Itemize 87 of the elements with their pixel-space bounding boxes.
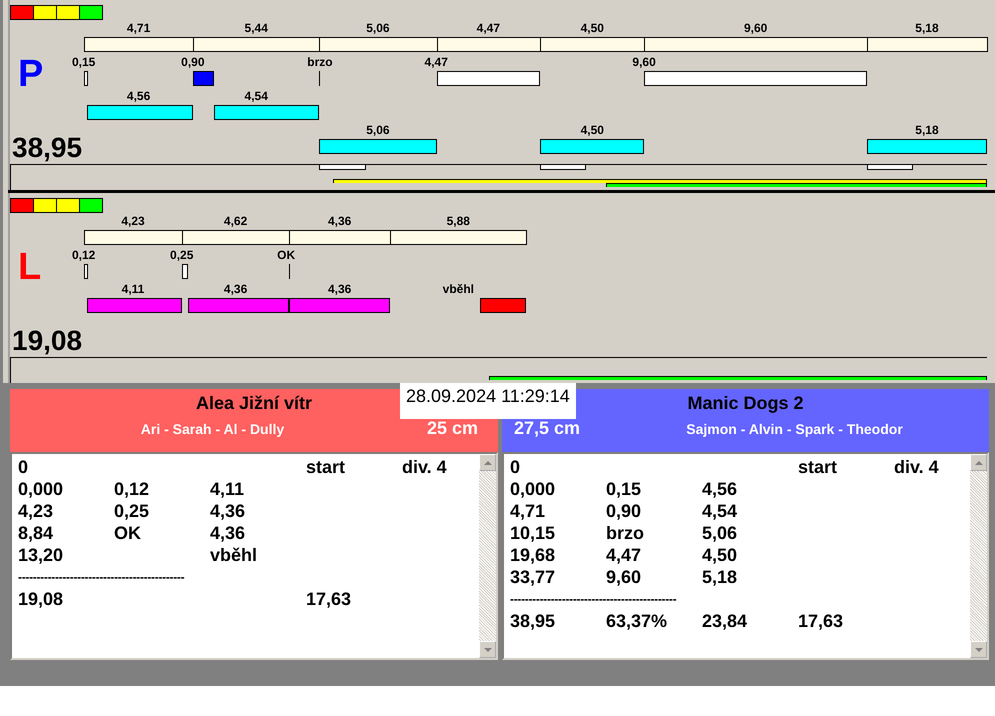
result-cell-text: 5,18 <box>702 566 738 588</box>
result-cell-text: start <box>306 456 346 478</box>
lane-letter: P <box>18 54 44 94</box>
result-cell-text: OK <box>114 522 142 544</box>
height-class: 25 cm <box>426 418 479 439</box>
result-cell-text: 8,84 <box>18 522 54 544</box>
result-cell-text: 4,50 <box>702 544 738 566</box>
segment-time: 5,88 <box>446 213 470 230</box>
segment-time: 9,60 <box>744 20 768 37</box>
height-class: 27,5 cm <box>513 418 582 439</box>
scroll-up-button[interactable] <box>970 454 987 471</box>
segment-time: 5,18 <box>915 20 939 37</box>
result-cell-text: 19,68 <box>510 544 556 566</box>
result-cell-text: brzo <box>606 522 645 544</box>
scroll-down-button[interactable] <box>970 641 987 658</box>
run-time: vběhl <box>442 281 474 298</box>
mark-label: 9,60 <box>632 54 656 71</box>
run-time: 4,50 <box>580 122 604 139</box>
segment-time: 4,23 <box>121 213 145 230</box>
run-time: 5,18 <box>915 122 939 139</box>
result-cell-text: 4,56 <box>702 478 738 500</box>
mark-label: 0,25 <box>170 247 194 264</box>
result-cell-text: 0,12 <box>114 478 150 500</box>
result-cell: div. 4 <box>402 456 447 478</box>
run-time: 4,36 <box>328 281 352 298</box>
team-name: Manic Dogs 2 <box>687 393 804 414</box>
result-cell-text: 19,08 <box>18 588 64 610</box>
mark-label: brzo <box>307 54 333 71</box>
result-cell-text: 33,77 <box>510 566 556 588</box>
scrollbar[interactable] <box>970 454 987 658</box>
result-cell-text: 4,47 <box>606 544 642 566</box>
result-cell-text: 4,36 <box>210 522 246 544</box>
result-cell-text: 10,15 <box>510 522 556 544</box>
result-cell-text: 13,20 <box>18 544 64 566</box>
result-cell-text: 4,23 <box>18 500 54 522</box>
separator-dashes: --------------------------------------------- <box>18 569 186 586</box>
result-cell-text: 0,15 <box>606 478 642 500</box>
result-cell-text: 23,84 <box>702 610 748 632</box>
run-time: 4,11 <box>122 281 144 298</box>
segment-time: 5,06 <box>366 20 390 37</box>
lane-letter: L <box>18 247 42 287</box>
mark-tick <box>289 264 290 279</box>
result-cell-text: vběhl <box>210 544 258 566</box>
run-time: 4,54 <box>244 88 268 105</box>
run-time: 4,36 <box>224 281 248 298</box>
scroll-up-button[interactable] <box>479 454 496 471</box>
result-cell-text: 4,71 <box>510 500 546 522</box>
result-cell-text: 0 <box>18 456 30 478</box>
segment-time: 5,44 <box>244 20 268 37</box>
result-cell-text: start <box>798 456 838 478</box>
result-cell-text: 63,37% <box>606 610 668 632</box>
segment-time: 4,62 <box>224 213 248 230</box>
scrollbar[interactable] <box>479 454 496 658</box>
timestamp: 28.09.2024 11:29:14 <box>400 383 576 419</box>
result-cell-text: 9,60 <box>606 566 642 588</box>
mark-label: 0,15 <box>72 54 96 71</box>
segment-time: 4,36 <box>328 213 352 230</box>
segment-time: 4,47 <box>476 20 500 37</box>
result-cell-text: 4,54 <box>702 500 738 522</box>
team-name: Alea Jižní vítr <box>196 393 312 414</box>
segment-time: 4,50 <box>580 20 604 37</box>
result-cell-text: 0 <box>510 456 522 478</box>
result-cell-text: 0,000 <box>510 478 556 500</box>
result-cell-text: 17,63 <box>798 610 844 632</box>
mark-label: 0,12 <box>72 247 96 264</box>
run-time: 4,56 <box>126 88 150 105</box>
mark-tick <box>319 71 320 86</box>
mark-label: 0,90 <box>181 54 205 71</box>
handler-names: Sajmon - Alvin - Spark - Theodor <box>685 420 904 436</box>
result-cell-text: 17,63 <box>306 588 352 610</box>
result-cell-text: 4,11 <box>210 478 246 500</box>
run-time: 5,06 <box>366 122 390 139</box>
result-cell-text: 38,95 <box>510 610 556 632</box>
separator-dashes: --------------------------------------------- <box>510 591 678 608</box>
mark-label: 4,47 <box>424 54 448 71</box>
mark-label: OK <box>277 247 296 264</box>
lane-total: 19,08 <box>12 327 82 355</box>
segment-time: 4,71 <box>126 20 150 37</box>
result-cell: div. 4 <box>894 456 939 478</box>
lane-total: 38,95 <box>12 134 82 162</box>
result-cell-text: 0,90 <box>606 500 642 522</box>
result-cell-text: 4,36 <box>210 500 246 522</box>
result-cell-text: 0,25 <box>114 500 150 522</box>
handler-names: Ari - Sarah - Al - Dully <box>140 420 286 436</box>
scroll-down-button[interactable] <box>479 641 496 658</box>
result-cell-text: 5,06 <box>702 522 738 544</box>
result-cell-text: 0,000 <box>18 478 64 500</box>
